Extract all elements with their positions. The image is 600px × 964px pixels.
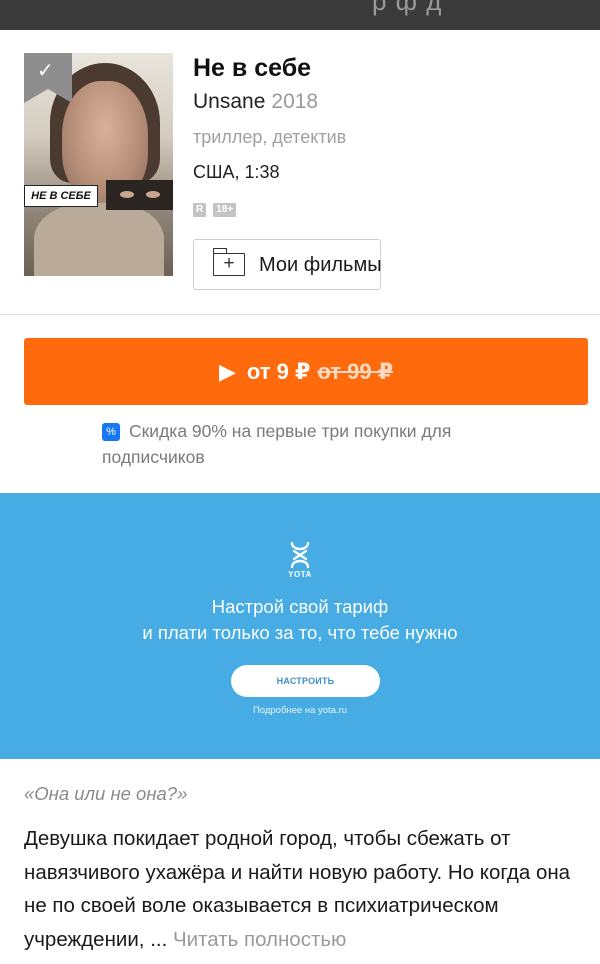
discount-text: Скидка 90% на первые три покупки для под… [102,421,452,467]
description-text-block: Девушка покидает родной город, чтобы сбе… [24,822,594,956]
percent-icon: % [102,423,120,441]
movie-header: НЕ В СЕБЕ ✓ Не в себе Unsane 2018 триллер… [0,30,600,315]
top-bar-title: р ф д [372,0,443,16]
watched-ribbon[interactable]: ✓ [24,53,72,103]
movie-poster[interactable]: НЕ В СЕБЕ ✓ [24,53,173,276]
yota-logo-icon [290,541,310,569]
rating-badges: R 18+ [193,203,237,217]
my-films-label: Мои фильмы [259,254,382,276]
price-label: от 9 ₽ [246,358,311,384]
movie-genres: триллер, детектив [193,127,347,147]
read-more-link[interactable]: Читать полностью [173,928,346,951]
advertisement-banner[interactable]: YOTA Настрой свой тариф и плати только з… [0,493,600,759]
check-icon: ✓ [37,60,54,82]
movie-year: 2018 [271,90,319,113]
poster-body [34,203,164,276]
subscriber-discount-note: % Скидка 90% на первые три покупки для по… [102,418,542,470]
ad-brand: YOTA [288,570,312,579]
ad-headline-line2: и плати только за то, что тебе нужно [142,622,458,643]
my-films-button[interactable]: + Мои фильмы [193,239,382,290]
ad-headline-line1: Настрой свой тариф [211,596,389,617]
movie-title: Не в себе [193,54,312,82]
movie-tagline: «Она или не она?» [24,783,188,804]
age-rating-badge: 18+ [213,203,237,217]
mpaa-rating-badge: R [193,203,207,217]
poster-eye-strip [106,180,173,210]
movie-description: «Она или не она?» Девушка покидает родно… [24,783,594,951]
watch-buy-button[interactable]: ▶ от 9 ₽ от 99 ₽ [24,338,588,405]
top-bar: р ф д [0,0,600,30]
poster-title: НЕ В СЕБЕ [24,185,98,207]
old-price-label: от 99 ₽ [317,358,394,384]
movie-original-title-row: Unsane 2018 [193,90,318,114]
folder-add-icon: + [212,248,245,276]
ad-configure-button[interactable]: НАСТРОИТЬ [231,665,380,697]
play-icon: ▶ [218,358,236,384]
movie-country-duration: США, 1:38 [193,162,280,182]
ad-more-link[interactable]: Подробнее на yota.ru [0,705,600,716]
movie-original-title: Unsane [193,90,266,113]
